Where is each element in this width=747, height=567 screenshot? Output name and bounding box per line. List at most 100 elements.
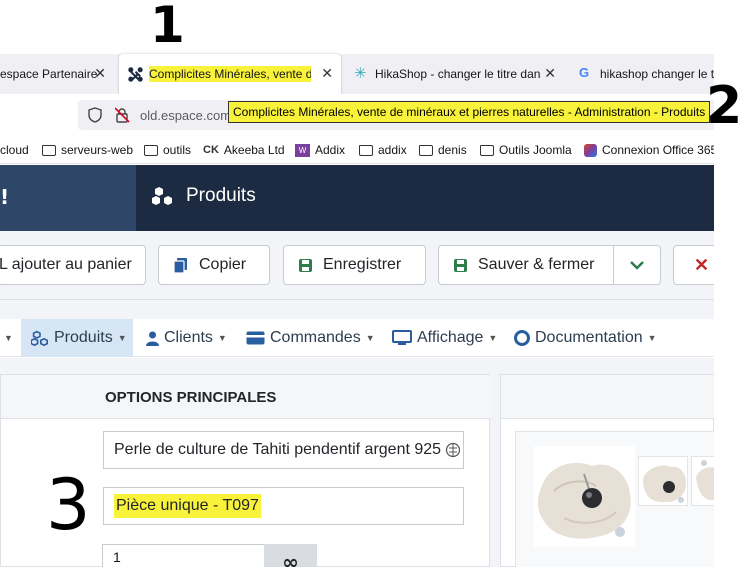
user-icon	[146, 331, 159, 346]
browser-tab[interactable]: espace Partenaire | C ✕	[0, 54, 116, 94]
close-icon[interactable]: ✕	[544, 65, 556, 82]
browser-tab[interactable]: G hikashop changer le t	[567, 54, 714, 94]
browser-tab-active[interactable]: Complicites Minérales, vente d ✕	[119, 54, 341, 94]
product-images-area	[515, 431, 716, 567]
bookmark-label: Outils Joomla	[499, 143, 572, 157]
hikashop-icon: ✳	[354, 65, 367, 82]
akeeba-icon: CK	[203, 144, 219, 156]
admin-logo-area[interactable]: !	[0, 165, 136, 231]
caret-icon: ▼	[647, 333, 657, 343]
tab-title: Complicites Minérales, vente d	[149, 66, 311, 82]
translation-icon[interactable]	[445, 442, 461, 458]
menu-item-produits[interactable]: Produits ▼	[21, 319, 133, 357]
caret-icon: ▼	[217, 333, 227, 343]
shield-icon	[88, 107, 102, 123]
menu-item-clients[interactable]: Clients ▼	[146, 319, 227, 357]
admin-header: ! Produits	[0, 165, 714, 231]
product-main-image[interactable]	[534, 446, 635, 547]
bookmark-item[interactable]: Connexion Office 365	[584, 143, 717, 157]
annotation-number-3: 3	[46, 464, 91, 546]
bookmark-label: Akeeba Ltd	[223, 143, 285, 157]
menu-label: Clients	[164, 329, 213, 346]
lifebuoy-icon	[514, 330, 530, 346]
bookmark-label: serveurs-web	[61, 143, 134, 157]
caret-icon: ▼	[365, 333, 375, 343]
menu-label: Affichage	[417, 329, 484, 346]
cubes-icon	[31, 330, 48, 346]
panel-title: OPTIONS PRINCIPALES	[105, 389, 277, 406]
google-icon: G	[579, 65, 590, 80]
page-title: Produits	[186, 185, 256, 206]
menu-label: Produits	[54, 329, 113, 346]
menu-item-affichage[interactable]: Affichage ▼	[392, 319, 497, 357]
joomla-icon	[128, 67, 143, 82]
button-label: Enregistrer	[323, 256, 402, 273]
bookmark-item[interactable]: denis	[419, 143, 467, 157]
button-label: L ajouter au panier	[0, 256, 132, 273]
chevron-down-icon	[630, 261, 644, 270]
panel-header: OPTIONS PRINCIPALES	[1, 375, 491, 419]
bookmark-label: cloud	[0, 143, 29, 157]
folder-icon	[419, 144, 433, 156]
product-thumbnail[interactable]	[638, 456, 688, 506]
bookmark-item[interactable]: W Addix	[295, 143, 345, 157]
field-value: 1	[113, 549, 121, 565]
quantity-field[interactable]: 1	[102, 544, 265, 567]
product-thumbnail[interactable]	[691, 456, 716, 506]
copy-icon	[173, 257, 187, 274]
bookmark-label: Connexion Office 365	[602, 143, 718, 157]
folder-icon	[359, 144, 373, 156]
copy-button[interactable]: Copier	[158, 245, 270, 285]
annotation-number-2-overlay: 2	[706, 76, 743, 136]
tab-tooltip: Complicites Minérales, vente de minéraux…	[228, 101, 711, 123]
bookmark-item[interactable]: addix	[359, 143, 407, 157]
menu-caret[interactable]: ▼	[4, 319, 13, 357]
annotation-number-1: 1	[150, 0, 185, 54]
caret-icon: ▼	[488, 333, 498, 343]
infinity-icon: ∞	[282, 550, 299, 567]
close-icon[interactable]: ✕	[321, 65, 333, 82]
menu-item-commandes[interactable]: Commandes ▼	[246, 319, 375, 357]
add-to-cart-button[interactable]: L ajouter au panier	[0, 245, 146, 285]
folder-icon	[42, 144, 56, 156]
save-close-button[interactable]: Sauver & fermer	[438, 245, 614, 285]
menu-label: Documentation	[535, 329, 643, 346]
bookmark-label: addix	[378, 143, 407, 157]
addix-icon: W	[295, 143, 310, 157]
close-icon: ✕	[694, 254, 710, 275]
panel-header	[501, 375, 715, 419]
close-icon[interactable]: ✕	[94, 65, 106, 82]
bookmark-item[interactable]: CK Akeeba Ltd	[203, 143, 285, 157]
caret-icon: ▼	[117, 333, 127, 343]
field-value: Perle de culture de Tahiti pendentif arg…	[114, 441, 442, 458]
toolbar-divider	[0, 299, 714, 300]
browser-tab[interactable]: ✳ HikaShop - changer le titre dans l ✕	[344, 54, 564, 94]
save-icon	[454, 258, 467, 272]
url-text: old.espace.com	[140, 108, 232, 123]
component-menu: ▼ Produits ▼ Clients ▼ Commandes ▼ Affic…	[0, 319, 714, 357]
menu-item-documentation[interactable]: Documentation ▼	[514, 319, 657, 357]
bookmark-item[interactable]: serveurs-web	[42, 143, 133, 157]
save-icon	[299, 258, 312, 272]
bookmark-label: denis	[438, 143, 467, 157]
save-options-dropdown[interactable]	[613, 245, 661, 285]
card-icon	[246, 331, 265, 345]
bookmark-item[interactable]: cloud	[0, 143, 29, 157]
monitor-icon	[392, 330, 412, 345]
bookmark-item[interactable]: Outils Joomla	[480, 143, 572, 157]
bookmark-item[interactable]: outils	[144, 143, 191, 157]
cubes-icon	[152, 187, 172, 205]
button-label: Copier	[199, 256, 247, 273]
bookmark-label: outils	[163, 143, 192, 157]
product-code-field[interactable]: Pièce unique - T097	[103, 487, 464, 525]
save-button[interactable]: Enregistrer	[283, 245, 426, 285]
logo-text: !	[0, 185, 10, 209]
insecure-lock-icon	[115, 107, 130, 123]
images-panel	[500, 374, 716, 567]
bookmark-label: Addix	[315, 143, 346, 157]
product-name-field[interactable]: Perle de culture de Tahiti pendentif arg…	[103, 431, 464, 469]
field-value: Pièce unique - T097	[114, 494, 261, 518]
content-area: OPTIONS PRINCIPALES Perle de culture de …	[0, 358, 716, 567]
action-toolbar: L ajouter au panier Copier Enregistrer S…	[0, 231, 733, 319]
unlimited-button[interactable]: ∞	[264, 544, 317, 567]
